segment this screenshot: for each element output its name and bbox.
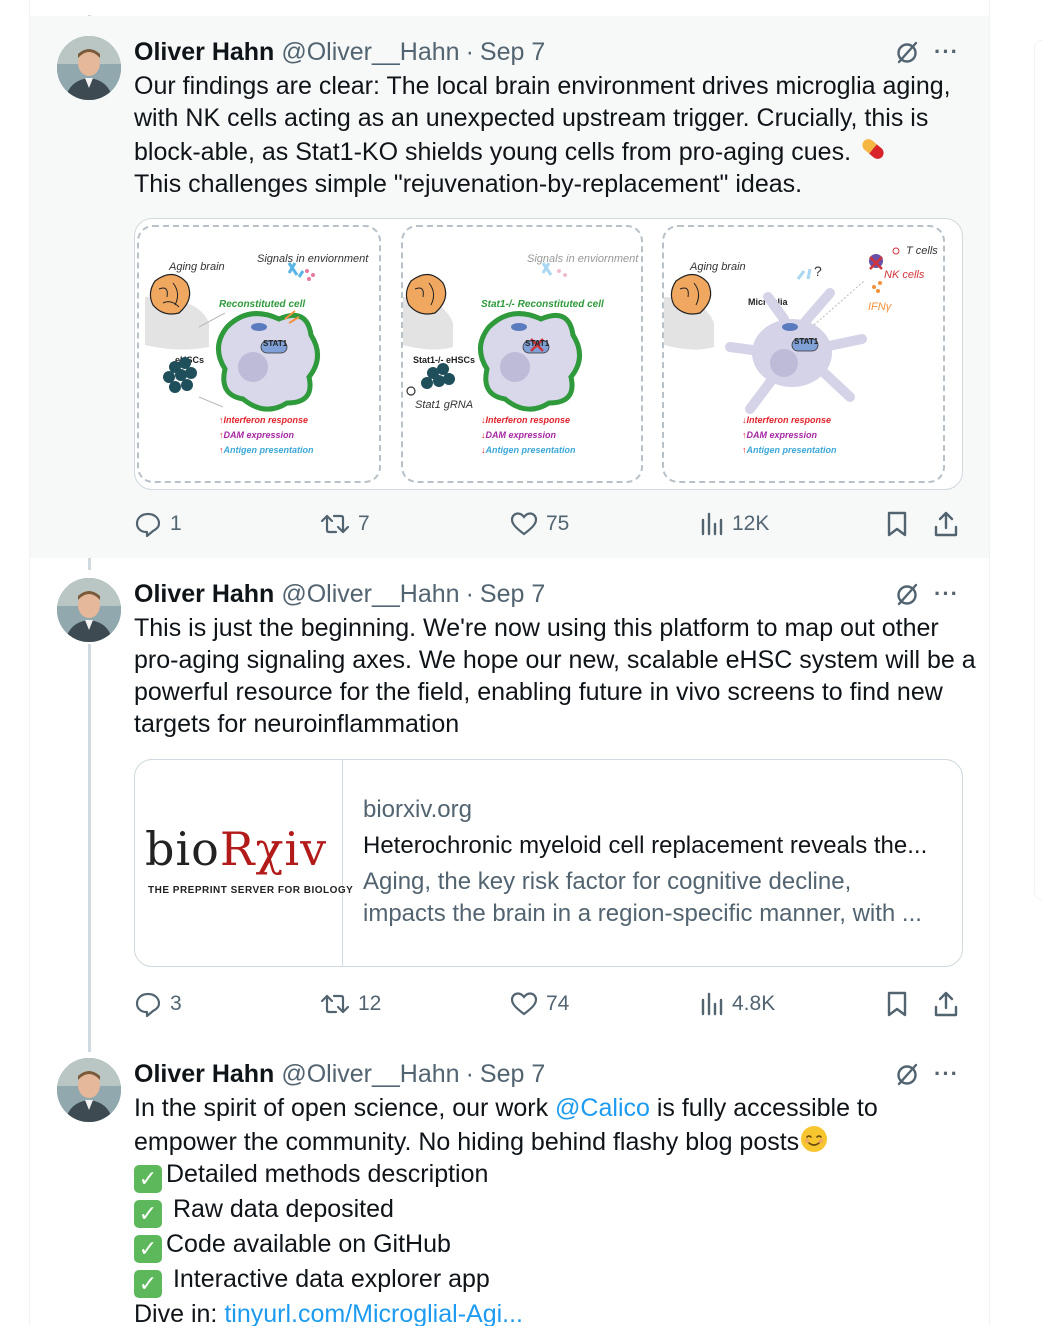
outcome-list: ↑Interferon response ↑DAM expression ↑An… (219, 415, 314, 455)
reply-count: 1 (170, 512, 182, 535)
tweet-text-line: This is just the beginning. We're now us… (134, 614, 939, 642)
biorxiv-logo: bioRχiv THE PREPRINT SERVER FOR BIOLOGY (135, 760, 353, 966)
tweet-text-line: powerful resource for the field, enablin… (134, 678, 943, 706)
heart-icon (510, 992, 538, 1016)
thread-feed: Oliver Hahn @Oliver__Hahn · Sep 7 ··· Ou… (30, 0, 989, 1326)
author-handle[interactable]: @Oliver__Hahn (281, 38, 459, 67)
check-mark-icon: ✓ (134, 1270, 162, 1298)
outcome-list: ↓Interferon response ↑DAM expression ↑An… (742, 415, 837, 455)
right-sidebar-edge (989, 0, 1042, 1326)
tweet-header: Oliver Hahn @Oliver__Hahn · Sep 7 ··· (134, 580, 989, 608)
grok-icon[interactable] (893, 38, 921, 66)
heart-icon (510, 512, 538, 536)
more-options-icon[interactable]: ··· (934, 41, 959, 63)
author-name[interactable]: Oliver Hahn (134, 1060, 274, 1089)
tweet[interactable]: Oliver Hahn @Oliver__Hahn · Sep 7 ··· Th… (30, 558, 989, 1038)
share-button[interactable] (932, 509, 960, 539)
bookmark-icon (887, 511, 907, 537)
tweet-text: This is just the beginning. We're now us… (134, 612, 976, 740)
share-icon (934, 511, 958, 537)
tweet-text-line: Our findings are clear: The local brain … (134, 72, 951, 100)
more-options-icon[interactable]: ··· (934, 583, 959, 605)
reply-button[interactable]: 1 (134, 509, 182, 539)
repost-count: 7 (358, 512, 370, 535)
relieved-face-emoji-icon (801, 1126, 828, 1152)
grok-icon[interactable] (893, 1060, 921, 1088)
repost-icon (320, 514, 350, 534)
outcome-list: ↓Interferon response ↓DAM expression ↓An… (481, 415, 576, 455)
tweet-date[interactable]: Sep 7 (480, 1060, 545, 1089)
author-name[interactable]: Oliver Hahn (134, 38, 274, 67)
figure-panel-1: Aging brain Signals in enviornment Recon… (137, 225, 381, 483)
link-preview-card[interactable]: bioRχiv THE PREPRINT SERVER FOR BIOLOGY … (134, 759, 963, 967)
bookmark-icon (887, 991, 907, 1017)
media-figure[interactable]: Aging brain Signals in enviornment Recon… (134, 218, 963, 490)
figure-panel-2: Signals in enviornment Stat1-/- Reconsti… (401, 225, 643, 483)
like-count: 75 (546, 512, 570, 535)
tweet-text: In the spirit of open science, our work … (134, 1094, 878, 1326)
check-mark-icon: ✓ (134, 1165, 162, 1193)
separator-dot: · (465, 37, 474, 66)
check-mark-icon: ✓ (134, 1200, 162, 1228)
label-stat1: STAT1 (794, 337, 819, 346)
more-options-icon[interactable]: ··· (934, 1063, 959, 1085)
analytics-icon (701, 992, 723, 1016)
repost-button[interactable]: 7 (320, 509, 370, 539)
repost-count: 12 (358, 992, 382, 1015)
tweet[interactable]: Oliver Hahn @Oliver__Hahn · Sep 7 ··· In… (30, 1038, 989, 1326)
label-stat1: STAT1 (263, 339, 288, 348)
check-mark-icon: ✓ (134, 1235, 162, 1263)
grok-icon[interactable] (893, 580, 921, 608)
mention-link[interactable]: @Calico (555, 1094, 650, 1122)
repost-icon (320, 994, 350, 1014)
label-stat1: STAT1 (525, 339, 550, 348)
left-nav-rail (0, 0, 30, 1326)
separator-dot: · (465, 579, 474, 608)
author-handle[interactable]: @Oliver__Hahn (281, 1060, 459, 1089)
like-button[interactable]: 75 (510, 509, 569, 539)
link-domain: biorxiv.org (363, 796, 472, 823)
author-name[interactable]: Oliver Hahn (134, 580, 274, 609)
view-count: 12K (732, 512, 770, 535)
repost-button[interactable]: 12 (320, 989, 381, 1019)
reply-count: 3 (170, 992, 182, 1015)
link-description: Aging, the key risk factor for cognitive… (363, 868, 922, 927)
separator-dot: · (465, 1059, 474, 1088)
tweet-text: Our findings are clear: The local brain … (134, 70, 964, 200)
reply-icon (135, 512, 161, 538)
figure-panel-3: Aging brain Microglia T cells NK cells I… (662, 225, 945, 483)
views-button[interactable]: 4.8K (700, 989, 775, 1019)
tweet-header: Oliver Hahn @Oliver__Hahn · Sep 7 ··· (134, 38, 989, 66)
reply-button[interactable]: 3 (134, 989, 182, 1019)
tweet-text-line: targets for neuroinflammation (134, 710, 460, 738)
tweet-text-line: block-able, as Stat1-KO shields young ce… (134, 138, 852, 166)
avatar[interactable] (57, 1058, 121, 1122)
tweet-actions: 1 7 75 12K (134, 509, 989, 539)
share-button[interactable] (932, 989, 960, 1019)
bookmark-button[interactable] (885, 989, 909, 1019)
share-icon (934, 991, 958, 1017)
views-button[interactable]: 12K (700, 509, 769, 539)
link-title: Heterochronic myeloid cell replacement r… (363, 832, 928, 859)
tweet-header: Oliver Hahn @Oliver__Hahn · Sep 7 ··· (134, 1060, 989, 1088)
author-handle[interactable]: @Oliver__Hahn (281, 580, 459, 609)
tweet[interactable]: Oliver Hahn @Oliver__Hahn · Sep 7 ··· Ou… (30, 16, 989, 558)
link-preview-info: biorxiv.org Heterochronic myeloid cell r… (363, 796, 953, 930)
tweet-date[interactable]: Sep 7 (480, 38, 545, 67)
view-count: 4.8K (732, 992, 776, 1015)
analytics-icon (701, 512, 723, 536)
tweet-text-line: This challenges simple "rejuvenation-by-… (134, 170, 803, 198)
avatar[interactable] (57, 578, 121, 642)
tweet-text-line: with NK cells acting as an unexpected up… (134, 104, 929, 132)
tweet-text-line: pro-aging signaling axes. We hope our ne… (134, 646, 976, 674)
like-count: 74 (546, 992, 570, 1015)
tweet-date[interactable]: Sep 7 (480, 580, 545, 609)
like-button[interactable]: 74 (510, 989, 569, 1019)
avatar[interactable] (57, 36, 121, 100)
external-link[interactable]: tinyurl.com/Microglial-Agi... (224, 1300, 523, 1326)
pill-emoji-icon (862, 139, 884, 159)
tweet-actions: 3 12 74 4.8K (134, 989, 989, 1019)
bookmark-button[interactable] (885, 509, 909, 539)
reply-icon (135, 992, 161, 1018)
